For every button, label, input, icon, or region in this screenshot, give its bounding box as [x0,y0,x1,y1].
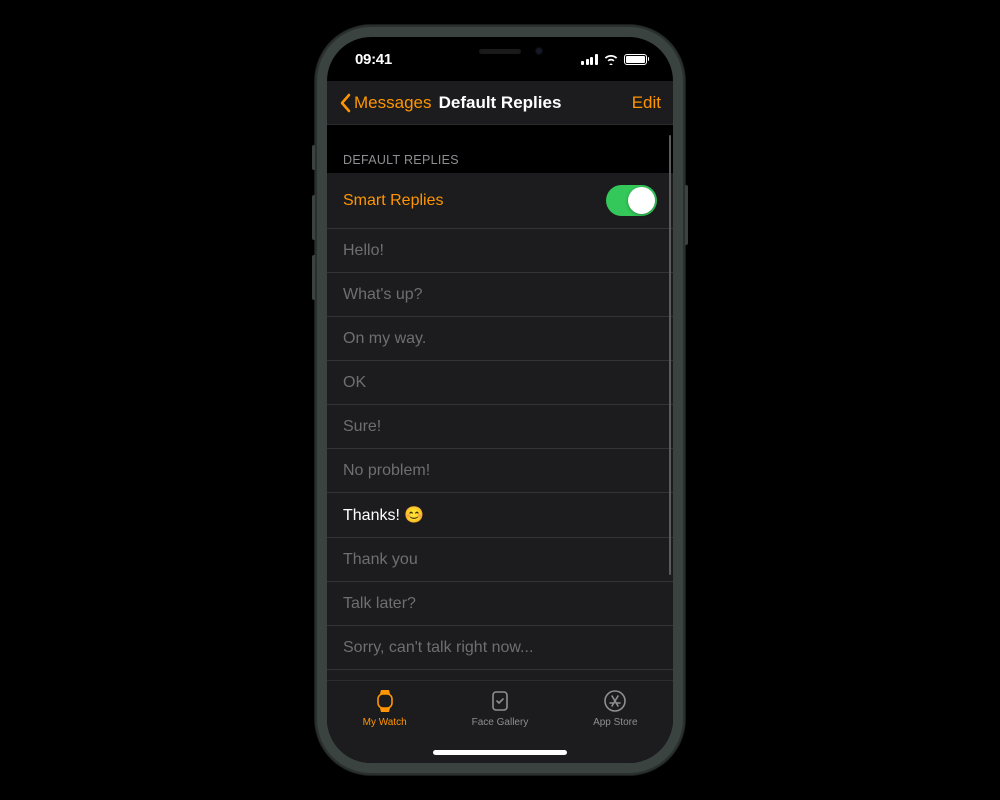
edit-button[interactable]: Edit [632,93,661,113]
home-indicator[interactable] [433,750,567,755]
scroll-indicator[interactable] [669,135,672,575]
tab-app-store[interactable]: App Store [570,687,660,763]
smart-replies-toggle[interactable] [606,185,657,216]
device-frame: 09:41 Messages [315,25,685,775]
reply-row[interactable]: Sure! [327,405,673,449]
notch [415,37,585,65]
tab-label: My Watch [363,717,407,728]
toggle-knob [628,187,655,214]
reply-text: Sure! [343,418,381,436]
reply-text: Sorry, can't talk right now... [343,639,533,657]
reply-text: No problem! [343,462,430,480]
reply-row[interactable]: Sorry, can't talk right now... [327,626,673,670]
power-button [685,185,688,245]
smart-replies-row[interactable]: Smart Replies [327,173,673,229]
reply-row[interactable]: In a meeting. Call you later? [327,670,673,680]
reply-text: What's up? [343,286,423,304]
mute-switch [312,145,315,170]
volume-up [312,195,315,240]
tab-bar: My Watch Face Gallery App Store [327,680,673,763]
battery-icon [624,54,650,65]
reply-row[interactable]: On my way. [327,317,673,361]
tab-label: App Store [593,717,637,728]
reply-row[interactable]: Thanks! 😊 [327,493,673,538]
reply-row[interactable]: Hello! [327,229,673,273]
speaker [479,49,521,54]
reply-row[interactable]: OK [327,361,673,405]
reply-row[interactable]: Thank you [327,538,673,582]
screen: 09:41 Messages [327,37,673,763]
reply-text: Thanks! 😊 [343,505,424,525]
reply-text: On my way. [343,330,426,348]
section-header: DEFAULT REPLIES [327,125,673,173]
back-button[interactable]: Messages [339,93,431,113]
reply-text: Talk later? [343,595,416,613]
status-icons [581,53,649,65]
replies-list: Smart Replies Hello! What's up? On my way.… [327,173,673,680]
reply-row[interactable]: Talk later? [327,582,673,626]
chevron-left-icon [339,93,351,113]
reply-text: OK [343,374,366,392]
tab-my-watch[interactable]: My Watch [340,687,430,763]
reply-text: Thank you [343,551,418,569]
app-store-icon [603,687,627,715]
volume-down [312,255,315,300]
reply-row[interactable]: What's up? [327,273,673,317]
watch-icon [374,687,396,715]
back-label: Messages [354,93,431,113]
reply-row[interactable]: No problem! [327,449,673,493]
wifi-icon [603,53,619,65]
front-camera [535,47,543,55]
page-title: Default Replies [439,93,562,113]
face-gallery-icon [490,687,510,715]
cellular-signal-icon [581,54,598,65]
reply-text: Hello! [343,242,384,260]
smart-replies-label: Smart Replies [343,192,443,210]
status-time: 09:41 [355,51,392,68]
content-area[interactable]: DEFAULT REPLIES Smart Replies Hello! What… [327,125,673,680]
navigation-bar: Messages Default Replies Edit [327,81,673,125]
tab-label: Face Gallery [472,717,529,728]
